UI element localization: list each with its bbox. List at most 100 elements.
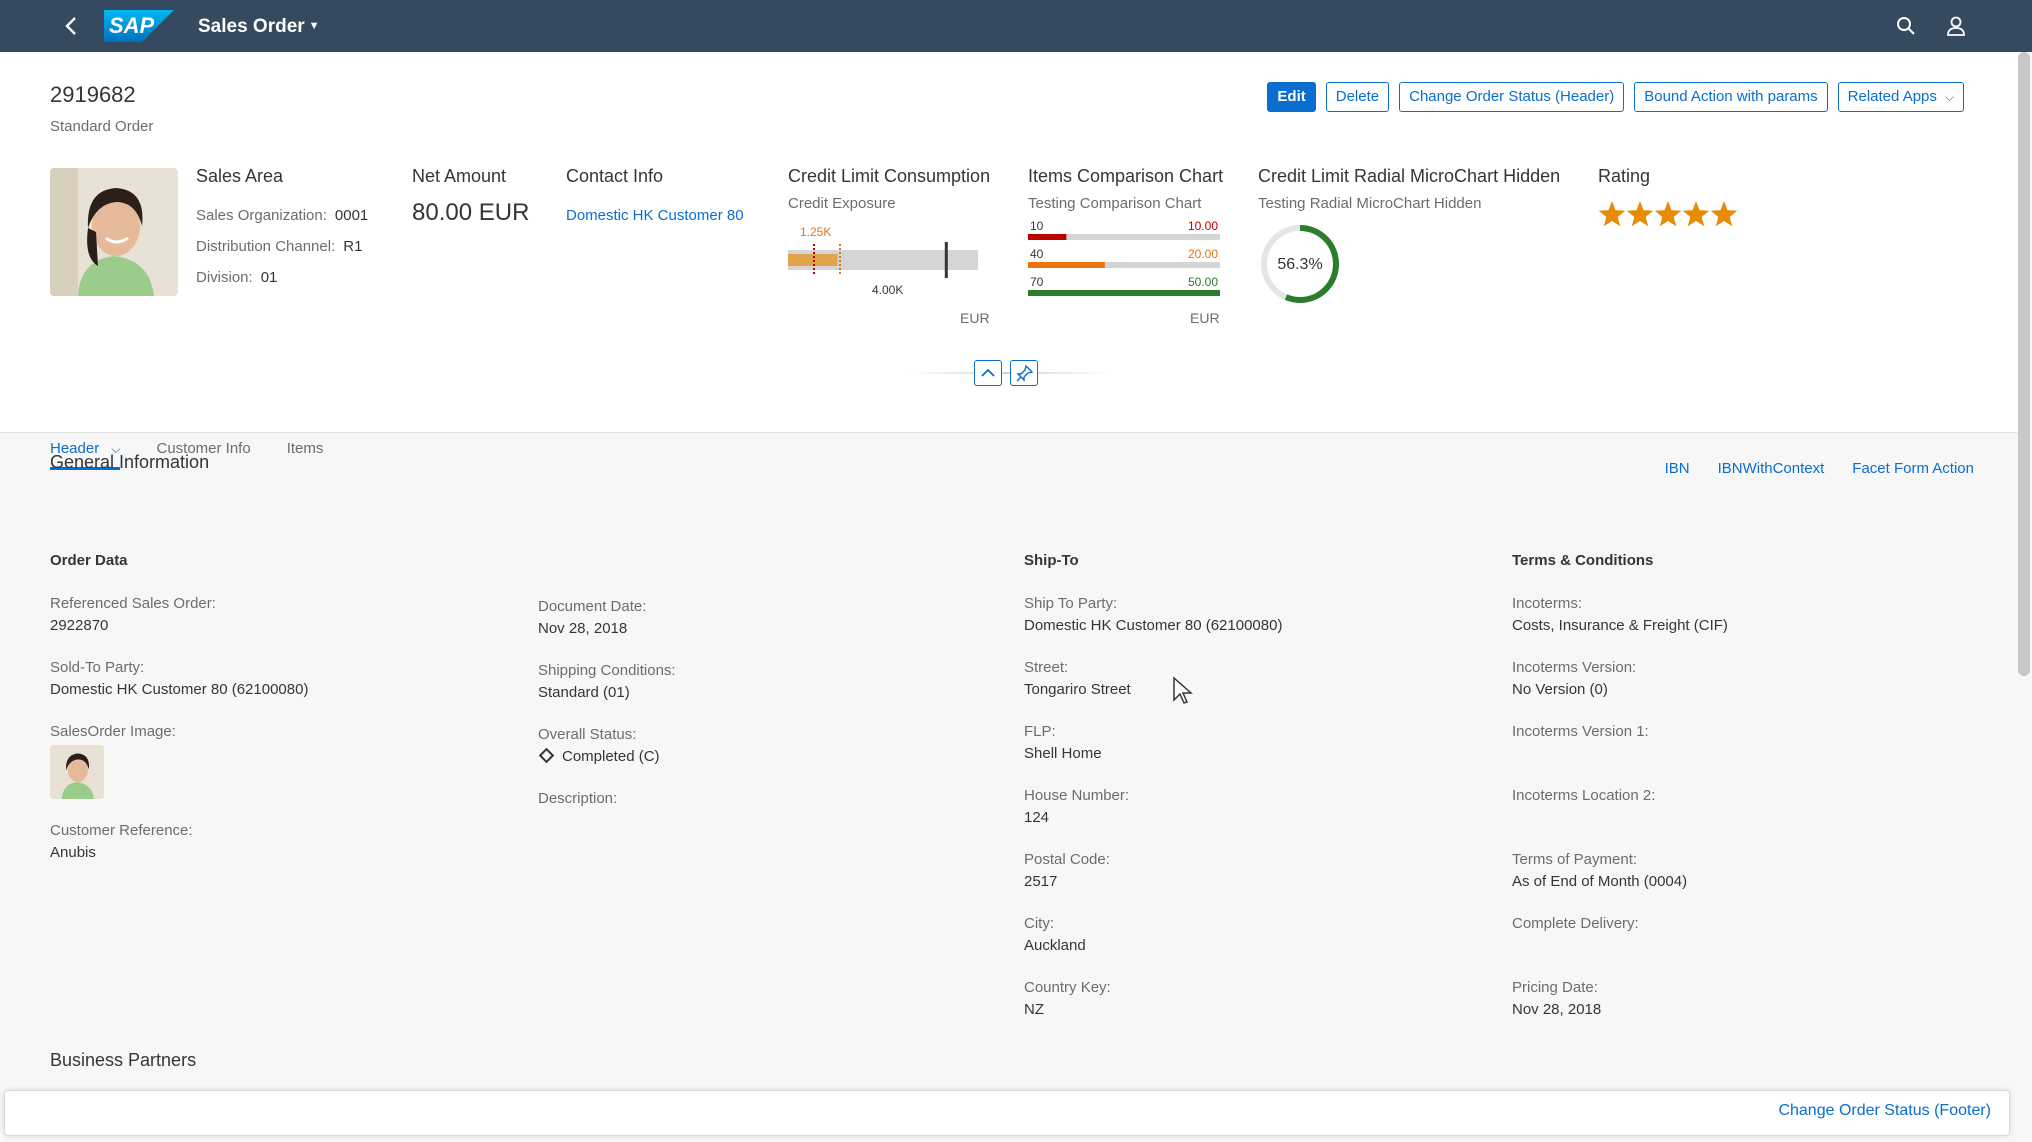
items-chart-facet: Items Comparison Chart Testing Compariso…: [1028, 166, 1223, 303]
sales-area-facet: Sales Area Sales Organization: 0001 Distr…: [196, 166, 368, 286]
star-icon: [1682, 201, 1710, 227]
comparison-row-value: 10.00: [1188, 219, 1218, 233]
group-title: Ship-To: [1024, 552, 1079, 569]
change-order-status-header-button[interactable]: Change Order Status (Header): [1399, 82, 1625, 112]
rating-title: Rating: [1598, 166, 1651, 186]
section-title-general: General Information: [50, 452, 210, 472]
items-chart-unit: EUR: [1190, 310, 1220, 326]
credit-limit-unit: EUR: [960, 310, 990, 326]
change-order-status-footer-button[interactable]: Change Order Status (Footer): [1778, 1102, 1991, 1120]
chevron-up-icon: [981, 368, 995, 377]
pin-header-button[interactable]: [1010, 360, 1038, 386]
form-field: Country Key: NZ: [1024, 979, 1111, 1018]
radial-subtitle: Testing Radial MicroChart Hidden: [1258, 195, 1482, 212]
shell-bar: SAP Sales Order ▼: [0, 0, 2032, 52]
sales-area-title: Sales Area: [196, 166, 284, 186]
referenced-sales-order-link[interactable]: 2922870: [50, 616, 520, 636]
edit-button[interactable]: Edit: [1267, 82, 1316, 112]
form-field: Incoterms: Costs, Insurance & Freight (CI…: [1512, 595, 1728, 634]
credit-limit-title: Credit Limit Consumption: [788, 166, 991, 186]
object-header: 2919682 Standard Order Edit Delete Chang…: [0, 52, 2020, 470]
comparison-row-bar: [1028, 262, 1105, 268]
collapse-header-button[interactable]: [974, 360, 1002, 386]
form-field: Sold-To Party: Domestic HK Customer 80 (6…: [50, 659, 520, 700]
net-amount-value: 80.00 EUR: [412, 199, 530, 226]
form-field: Document Date: Nov 28, 2018: [538, 598, 647, 637]
facet-form-action-link[interactable]: Facet Form Action: [1852, 460, 1974, 477]
chevron-down-icon: ⌵: [1944, 90, 1954, 104]
ship-to-party-link[interactable]: Domestic HK Customer 80 (62100080): [1024, 616, 1494, 636]
form-field: Postal Code: 2517: [1024, 851, 1110, 890]
net-amount-title: Net Amount: [412, 166, 507, 186]
object-title: 2919682: [50, 82, 136, 107]
contact-link[interactable]: Domestic HK Customer 80: [566, 207, 744, 224]
form-field: Street: Tongariro Street: [1024, 659, 1131, 698]
radial-facet: Credit Limit Radial MicroChart Hidden Te…: [1258, 166, 1560, 311]
tab-items[interactable]: Items: [287, 440, 324, 470]
credit-limit-subtitle: Credit Exposure: [788, 195, 896, 212]
rating-indicator: [1598, 201, 1738, 227]
search-icon[interactable]: [1894, 14, 1918, 38]
group-title: Order Data: [50, 552, 128, 569]
comparison-row-value: 20.00: [1188, 247, 1218, 261]
form-field: House Number: 124: [1024, 787, 1130, 826]
user-icon[interactable]: [1944, 14, 1968, 38]
sold-to-party-link[interactable]: Domestic HK Customer 80 (62100080): [50, 680, 520, 700]
star-icon: [1626, 201, 1654, 227]
object-subtitle: Standard Order: [50, 118, 154, 135]
avatar: [50, 168, 178, 296]
mouse-pointer-icon: [1172, 676, 1194, 711]
contact-info-title: Contact Info: [566, 166, 664, 186]
form-field: Incoterms Version 1:: [1512, 723, 1649, 740]
section-title-business-partners: Business Partners: [50, 1050, 197, 1070]
caret-down-icon: ▼: [308, 20, 320, 32]
sales-order-image[interactable]: [50, 745, 104, 799]
section-actions: IBN IBNWithContext Facet Form Action: [1665, 460, 1974, 477]
related-apps-button[interactable]: Related Apps ⌵: [1837, 82, 1964, 112]
app-title-menu[interactable]: Sales Order ▼: [198, 13, 320, 40]
ship-to-group: Ship-To Ship To Party: Domestic HK Custom…: [1024, 552, 1494, 1043]
comparison-microchart: 10 10.00 40 20.00 70 50.00: [1028, 219, 1220, 296]
form-field: Description:: [538, 790, 618, 807]
star-icon: [1654, 201, 1682, 227]
status-diamond-icon: [538, 747, 555, 764]
star-icon: [1710, 201, 1738, 227]
flp-link[interactable]: Shell Home: [1024, 744, 1494, 764]
order-data-group: Order Data Referenced Sales Order: 292287…: [50, 552, 520, 886]
comparison-row-label: 10: [1030, 219, 1044, 233]
footer-toolbar: Change Order Status (Footer): [4, 1090, 2010, 1136]
items-chart-title: Items Comparison Chart: [1028, 166, 1224, 186]
comparison-row-value: 50.00: [1188, 275, 1218, 289]
radial-percent: 56.3%: [1277, 256, 1322, 273]
bound-action-button[interactable]: Bound Action with params: [1634, 82, 1828, 112]
sap-logo[interactable]: SAP: [104, 10, 174, 42]
form-field: Overall Status: Completed (C): [538, 726, 1008, 767]
overall-status: Completed (C): [538, 747, 1008, 767]
scrollbar[interactable]: [2018, 52, 2030, 676]
form-field: Incoterms Location 2:: [1512, 787, 1656, 804]
comparison-row-label: 70: [1030, 275, 1044, 289]
ibn-link[interactable]: IBN: [1665, 460, 1690, 477]
form-field: Referenced Sales Order: 2922870: [50, 595, 520, 636]
distribution-channel: Distribution Channel: R1: [196, 238, 363, 255]
terms-group: Terms & Conditions Incoterms: Costs, Insu…: [1512, 552, 1982, 1043]
form-field: Incoterms Version: No Version (0): [1512, 659, 1637, 698]
sap-logo-text: SAP: [109, 13, 155, 38]
radial-microchart: 56.3%: [1261, 225, 1339, 303]
form-field: Shipping Conditions: Standard (01): [538, 662, 676, 701]
bullet-value-bar: [788, 254, 838, 266]
form-field: Terms of Payment: As of End of Month (000…: [1512, 851, 1688, 890]
anchor-bar-divider: [0, 432, 2020, 433]
form-field: SalesOrder Image:: [50, 723, 520, 799]
contact-info-facet: Contact Info Domestic HK Customer 80: [566, 166, 744, 224]
related-apps-label: Related Apps: [1847, 88, 1937, 105]
pin-icon: [1016, 364, 1034, 382]
rating-facet: Rating: [1598, 166, 1748, 238]
delete-button[interactable]: Delete: [1325, 82, 1390, 112]
comparison-row-label: 40: [1030, 247, 1044, 261]
ibn-with-context-link[interactable]: IBNWithContext: [1718, 460, 1825, 477]
net-amount-facet: Net Amount 80.00 EUR: [412, 166, 529, 227]
order-data-group-2: Document Date: Nov 28, 2018 Shipping Cond…: [538, 598, 1008, 831]
back-icon[interactable]: [58, 12, 86, 40]
form-field: City: Auckland: [1024, 915, 1086, 954]
